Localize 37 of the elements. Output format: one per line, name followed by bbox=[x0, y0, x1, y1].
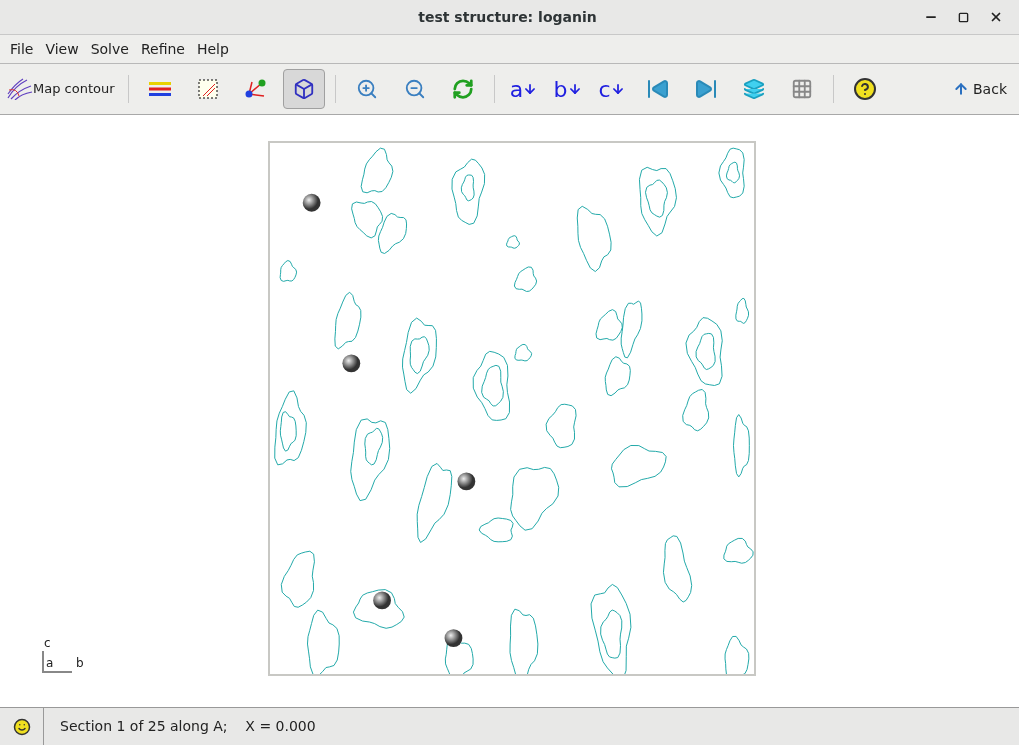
molecule-icon bbox=[243, 78, 268, 100]
axis-view-button[interactable]: c bbox=[592, 69, 631, 109]
grid-icon bbox=[790, 78, 813, 100]
contour-lines-icon bbox=[7, 78, 33, 100]
help-icon bbox=[852, 77, 877, 101]
maximize-button[interactable] bbox=[958, 10, 969, 24]
close-button[interactable] bbox=[989, 10, 1003, 24]
zoom-in-icon bbox=[355, 78, 378, 100]
status-text: Section 1 of 25 along A; X = 0.000 bbox=[60, 717, 316, 736]
colored-lines-icon bbox=[148, 81, 171, 97]
up-arrow-icon bbox=[953, 81, 969, 97]
layers-icon bbox=[742, 78, 765, 100]
dotted-frame-icon bbox=[196, 78, 219, 100]
axis-view-button[interactable]: b bbox=[548, 69, 587, 109]
skip-forward-icon bbox=[693, 77, 718, 101]
smiley-icon bbox=[12, 717, 31, 736]
map-contour-button[interactable]: Map contour bbox=[4, 69, 118, 109]
box-icon bbox=[292, 78, 315, 100]
axis-label: b bbox=[76, 655, 84, 671]
down-arrow-icon bbox=[567, 82, 582, 96]
axis-label: a bbox=[46, 655, 54, 671]
menu-item[interactable]: Refine bbox=[134, 38, 191, 60]
down-arrow-icon bbox=[523, 82, 538, 96]
window-title: test structure: loganin bbox=[418, 7, 597, 27]
refresh-icon bbox=[451, 78, 474, 100]
menu-item[interactable]: Solve bbox=[84, 38, 135, 60]
close-icon bbox=[989, 10, 1003, 24]
toolbar-button[interactable] bbox=[282, 69, 325, 109]
back-button[interactable]: Back bbox=[945, 78, 1015, 100]
menu-item[interactable]: View bbox=[39, 38, 85, 60]
maximize-icon bbox=[958, 11, 969, 23]
menu-item[interactable]: File bbox=[4, 38, 40, 60]
menu-item[interactable]: Help bbox=[190, 38, 235, 60]
skip-back-icon bbox=[645, 77, 670, 101]
zoom-out-icon bbox=[403, 78, 426, 100]
axis-label: c bbox=[43, 635, 52, 651]
axis-view-button[interactable]: a bbox=[504, 69, 543, 109]
